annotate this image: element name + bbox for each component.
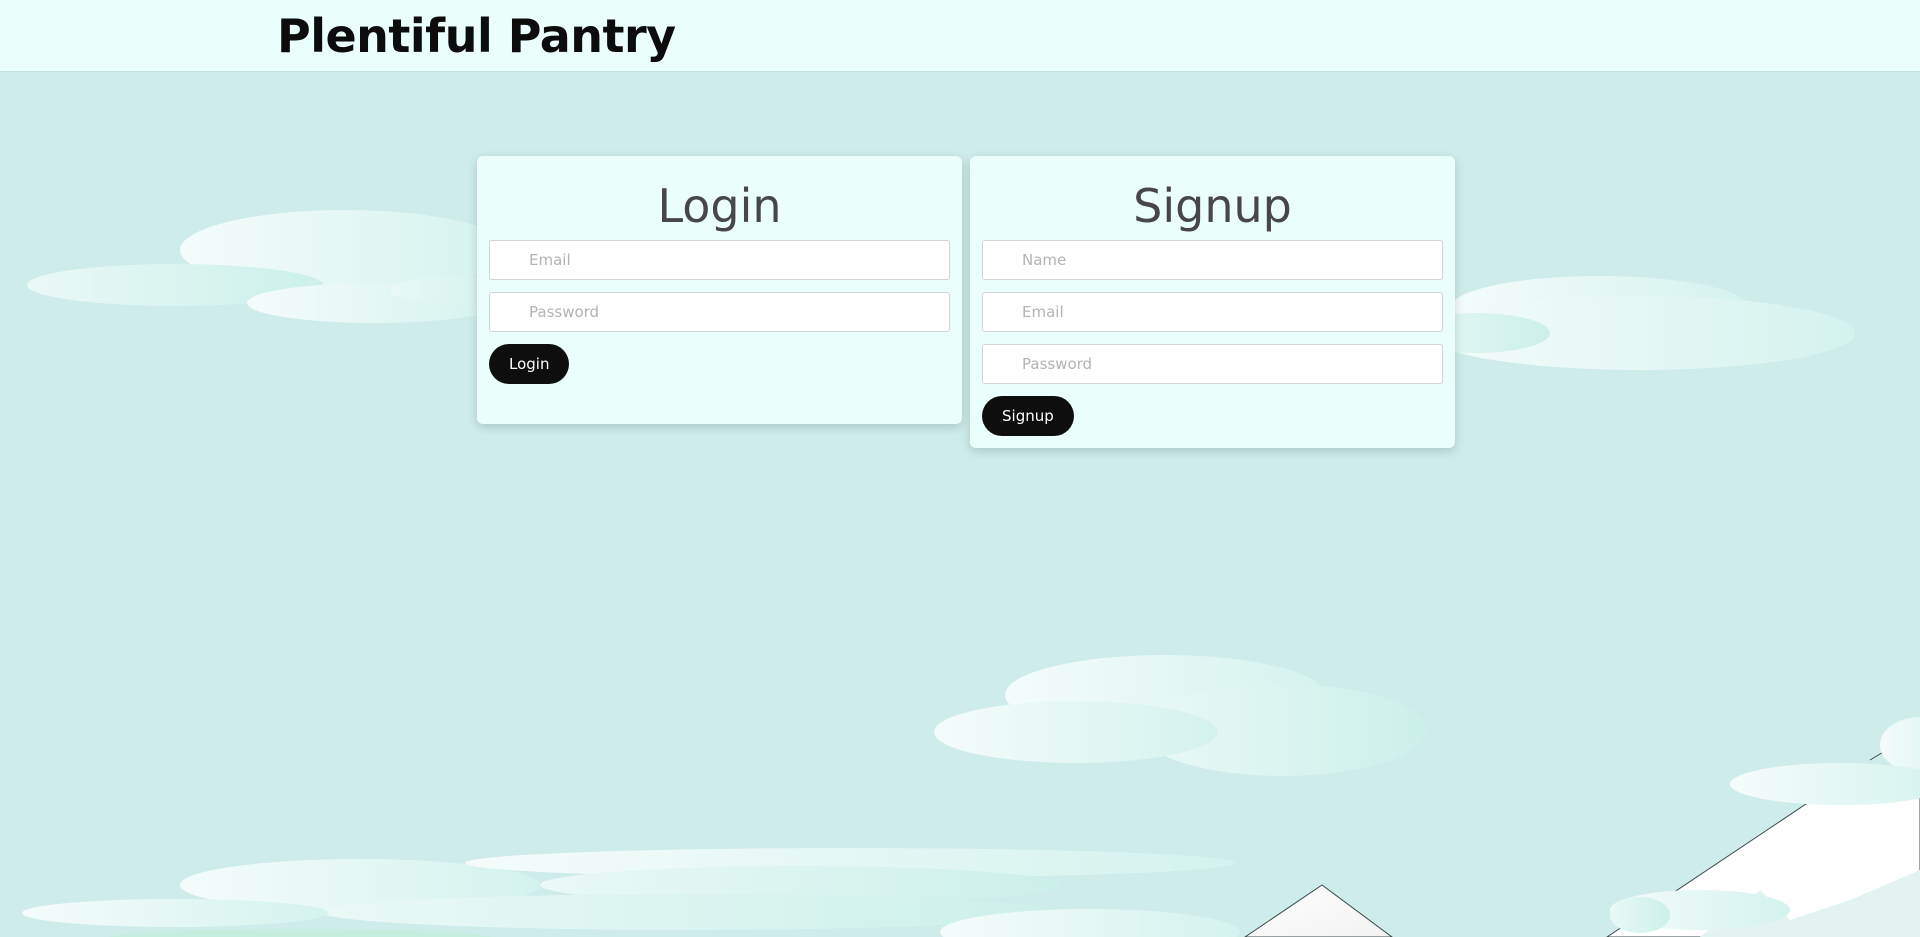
login-email-input[interactable] xyxy=(489,240,950,280)
signup-card: Signup Signup xyxy=(970,156,1455,448)
signup-button[interactable]: Signup xyxy=(982,396,1074,436)
signup-email-input[interactable] xyxy=(982,292,1443,332)
login-title: Login xyxy=(657,179,782,233)
cloud-cluster-right xyxy=(1400,276,1855,370)
login-password-input[interactable] xyxy=(489,292,950,332)
background-scenery xyxy=(22,210,1920,937)
cloud-cluster-left xyxy=(27,210,530,323)
signup-name-input[interactable] xyxy=(982,240,1443,280)
login-card: Login Login xyxy=(477,156,962,424)
signup-title: Signup xyxy=(1133,179,1292,233)
site-title: Plentiful Pantry xyxy=(277,9,676,63)
signup-password-input[interactable] xyxy=(982,344,1443,384)
cloud-cluster-middle xyxy=(934,655,1426,776)
cloud-cluster-bottom xyxy=(22,848,1240,937)
login-button[interactable]: Login xyxy=(489,344,570,384)
site-header: Plentiful Pantry xyxy=(0,0,1920,72)
